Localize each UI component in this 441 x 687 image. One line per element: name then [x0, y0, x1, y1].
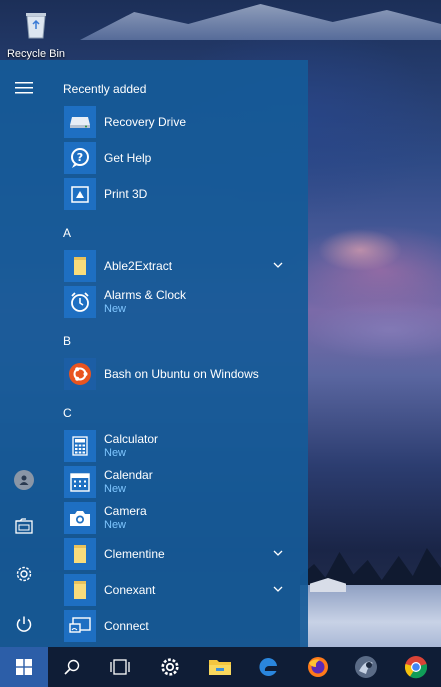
edge-icon: [259, 657, 277, 676]
documents-button[interactable]: [0, 506, 48, 546]
app-name: Clementine: [104, 547, 165, 561]
firefox-icon: [308, 657, 328, 677]
print-3d-icon: [64, 178, 96, 210]
get-help-icon: ?: [64, 142, 96, 174]
chrome-icon: [404, 656, 428, 679]
app-name: Conexant: [104, 583, 156, 597]
task-view-button[interactable]: [96, 647, 144, 687]
alarm-clock-icon: [64, 286, 96, 318]
app-name: Print 3D: [104, 187, 148, 201]
section-header-b[interactable]: B: [63, 334, 71, 348]
app-name: Recovery Drive: [104, 115, 187, 129]
app-taskbar-button[interactable]: [342, 647, 390, 687]
app-name: Alarms & Clock: [104, 288, 187, 302]
new-badge: New: [104, 519, 127, 531]
chevron-down-icon[interactable]: [272, 583, 284, 595]
camera-icon: [64, 502, 96, 534]
connect-icon: [64, 610, 96, 642]
app-name: Calculator: [104, 432, 159, 446]
app-name: Camera: [104, 504, 147, 518]
app-get-help[interactable]: ? Get Help: [58, 140, 298, 176]
search-icon: [64, 659, 80, 675]
app-print-3d[interactable]: Print 3D: [58, 176, 298, 212]
app-name: Get Help: [104, 151, 152, 165]
start-rail: [0, 60, 48, 647]
app-connect[interactable]: Connect: [58, 608, 298, 644]
app-calendar[interactable]: Calendar New: [58, 464, 298, 500]
folder-icon: [64, 574, 96, 606]
app-recovery-drive[interactable]: Recovery Drive: [58, 104, 298, 140]
calculator-icon: [64, 430, 96, 462]
ubuntu-icon: [64, 358, 96, 390]
app-clementine[interactable]: Clementine: [58, 536, 298, 572]
windows-start-icon: [16, 659, 32, 675]
start-menu: Recently added Recovery Drive ? Get Help…: [0, 60, 308, 647]
chevron-down-icon[interactable]: [272, 547, 284, 559]
chrome-button[interactable]: [392, 647, 440, 687]
app-name: Connect: [104, 619, 149, 633]
section-header-a[interactable]: A: [63, 226, 71, 240]
recycle-bin-shortcut[interactable]: Recycle Bin: [0, 10, 72, 62]
settings-icon: [161, 658, 179, 676]
app-camera[interactable]: Camera New: [58, 500, 298, 536]
file-explorer-icon: [209, 660, 231, 675]
taskbar: [0, 647, 441, 687]
app-name: Able2Extract: [104, 259, 173, 273]
section-header-c[interactable]: C: [63, 406, 72, 420]
folder-icon: [64, 250, 96, 282]
new-badge: New: [104, 483, 127, 495]
calendar-icon: [64, 466, 96, 498]
app-able2extract[interactable]: Able2Extract: [58, 248, 298, 284]
recycle-bin-icon: [26, 13, 46, 39]
app-bash-ubuntu[interactable]: Bash on Ubuntu on Windows: [58, 356, 298, 392]
chevron-down-icon[interactable]: [272, 259, 284, 271]
file-explorer-button[interactable]: [196, 647, 244, 687]
expand-menu-button[interactable]: [0, 68, 48, 108]
task-view-icon: [110, 659, 130, 675]
power-button[interactable]: [0, 604, 48, 644]
start-button[interactable]: [0, 647, 48, 687]
app-icon: [355, 656, 377, 678]
recovery-drive-icon: [64, 106, 96, 138]
app-name: Bash on Ubuntu on Windows: [104, 367, 259, 381]
mountain-ridge: [80, 4, 441, 40]
power-icon: [16, 616, 32, 632]
settings-button[interactable]: [0, 554, 48, 594]
hamburger-menu-icon: [15, 82, 33, 94]
app-alarms-clock[interactable]: Alarms & Clock New: [58, 284, 298, 320]
settings-gear-icon: [16, 566, 32, 582]
edge-button[interactable]: [244, 647, 292, 687]
search-button[interactable]: [48, 647, 96, 687]
section-header-recently-added: Recently added: [63, 82, 147, 96]
firefox-button[interactable]: [294, 647, 342, 687]
app-name: Calendar: [104, 468, 153, 482]
documents-icon: [15, 518, 33, 534]
settings-taskbar-button[interactable]: [146, 647, 194, 687]
new-badge: New: [104, 303, 127, 315]
user-account-button[interactable]: [0, 460, 48, 500]
user-avatar-icon: [14, 470, 34, 490]
app-list: Recently added Recovery Drive ? Get Help…: [58, 60, 304, 647]
folder-icon: [64, 538, 96, 570]
snow-ground: [300, 585, 441, 647]
recycle-bin-label: Recycle Bin: [6, 48, 66, 60]
app-conexant[interactable]: Conexant: [58, 572, 298, 608]
svg-text:?: ?: [77, 151, 83, 164]
new-badge: New: [104, 447, 127, 459]
app-calculator[interactable]: Calculator New: [58, 428, 298, 464]
